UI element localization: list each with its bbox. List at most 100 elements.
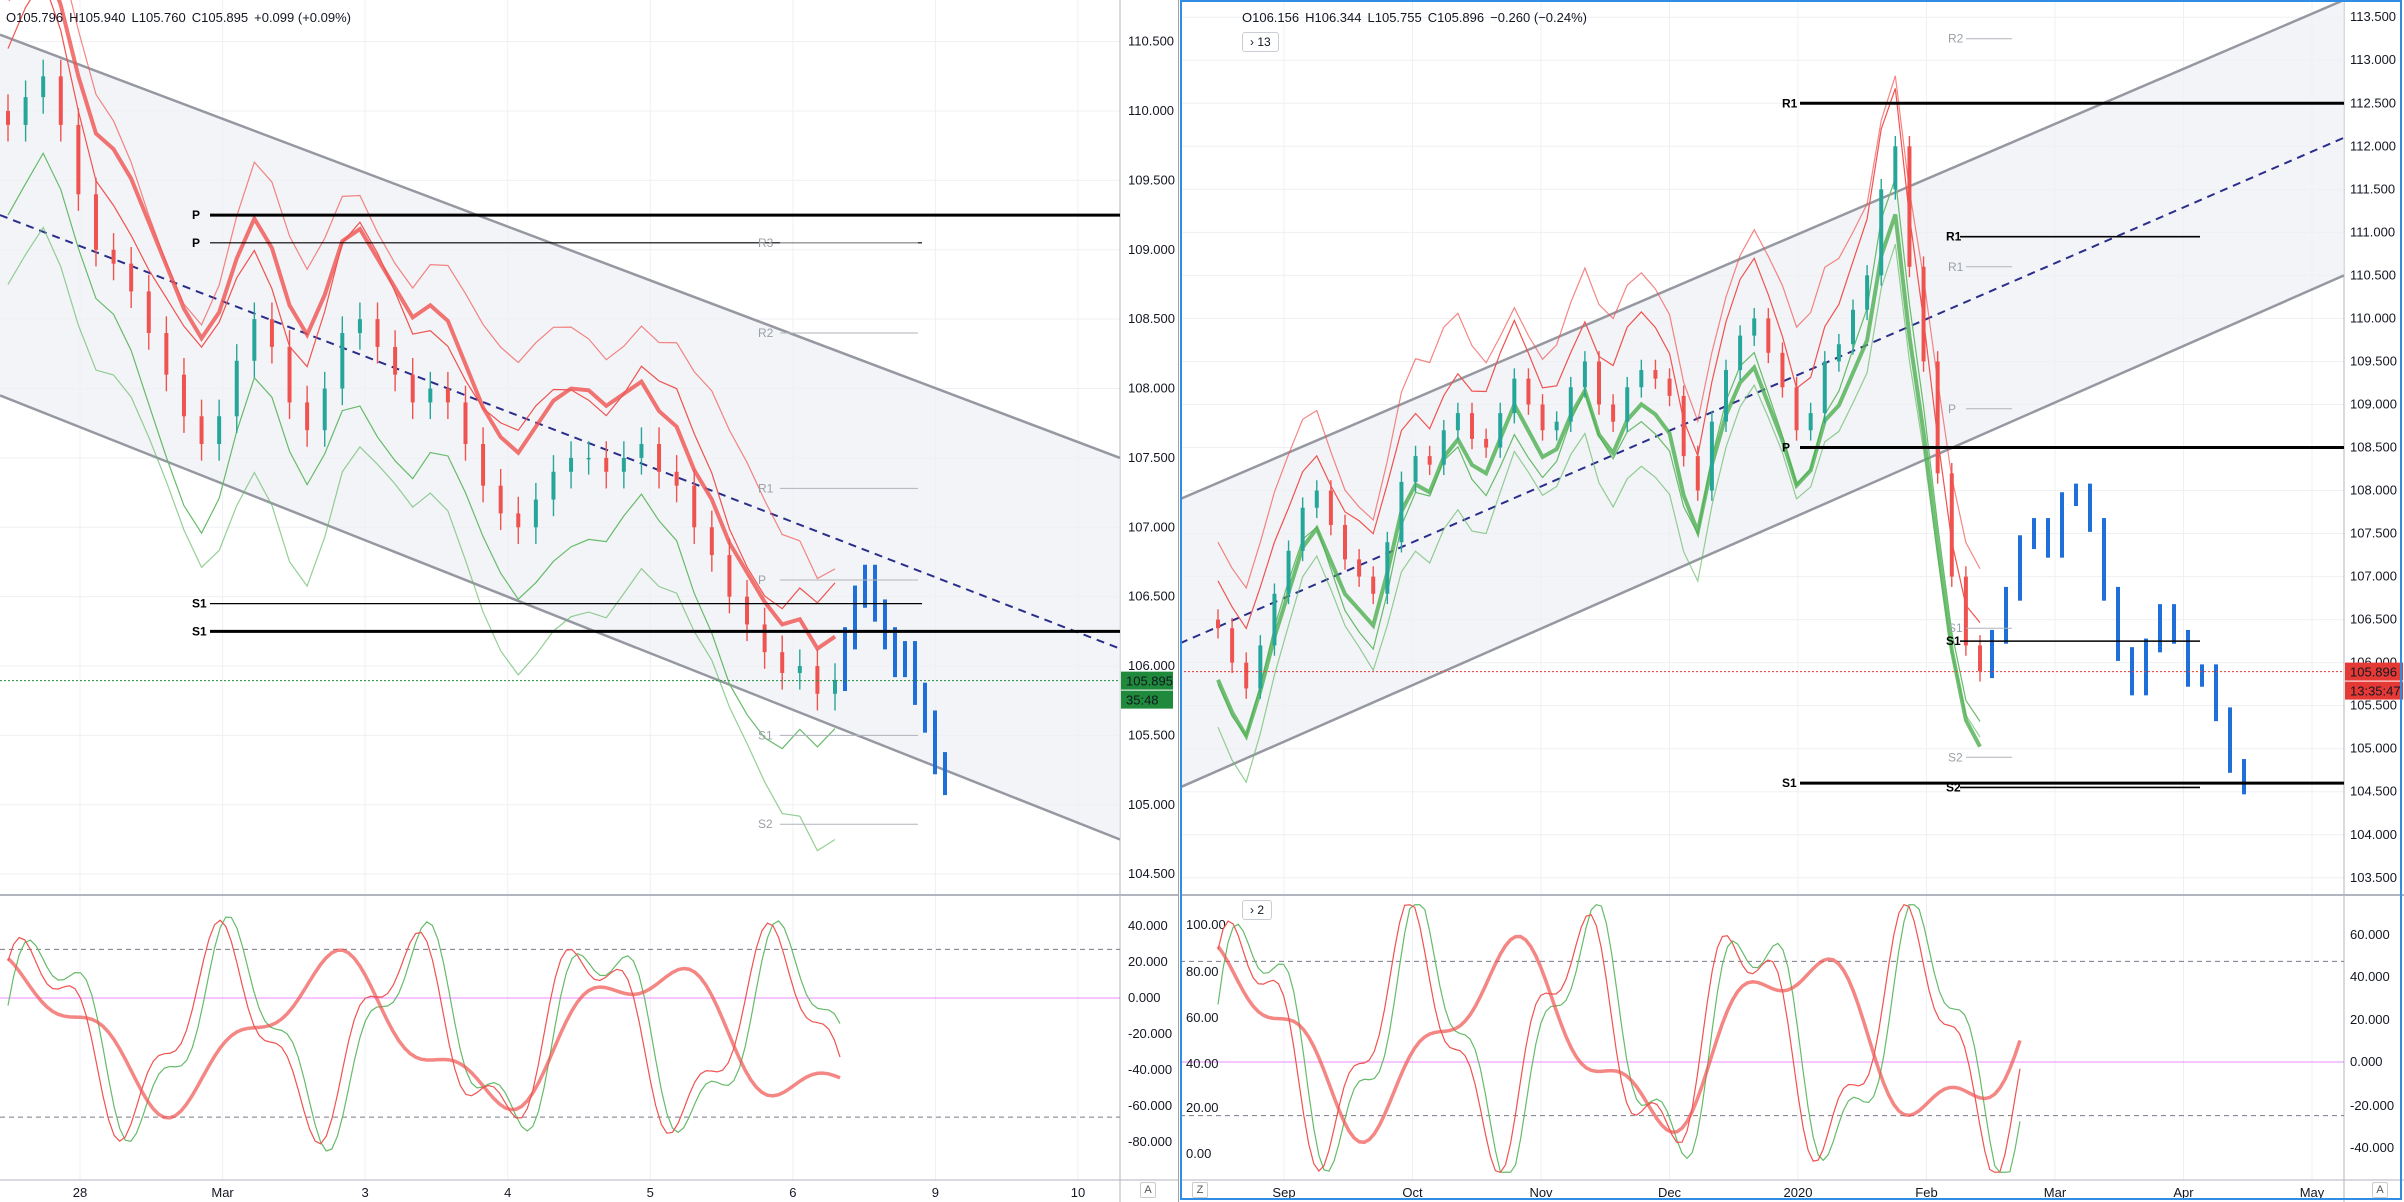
right-auto-scale-button[interactable]: A	[2372, 1182, 2388, 1198]
candle-body	[1921, 266, 1926, 362]
time-tick-label: 6	[789, 1185, 796, 1200]
time-tick-label: Apr	[2173, 1185, 2194, 1200]
right-chart-pane[interactable]: 113.500 113.000 112.500 112.000 111.500 111.0…	[1180, 0, 2404, 1202]
candle-body	[410, 374, 415, 403]
chevron-right-icon: ›	[1250, 35, 1254, 49]
candle-body	[481, 444, 486, 486]
oscillator-tick-label: 0.00	[1186, 1146, 1211, 1161]
candle-body	[1695, 456, 1700, 491]
pivot-level-faint-label: S1	[1948, 621, 1963, 635]
pivot-level-faint-label: R2	[1948, 32, 1964, 46]
price-tick-label: 109.500	[1128, 172, 1175, 187]
time-tick-label: Mar	[2044, 1185, 2067, 1200]
candle-body	[815, 666, 820, 694]
oscillator-tick-label: 20.00	[1186, 1100, 1219, 1115]
candle-body	[498, 485, 503, 514]
left-chart-canvas[interactable]: 110.500 110.000 109.500 109.000 108.500 108.0…	[0, 0, 1178, 1202]
price-tick-label: 108.500	[2350, 440, 2397, 455]
candle-body	[1865, 275, 1870, 310]
price-tick-label: 109.000	[2350, 396, 2397, 411]
candle-body	[1752, 318, 1757, 336]
candle-body	[287, 346, 292, 403]
candle-body	[322, 388, 327, 431]
price-tick-label: 104.500	[1128, 866, 1175, 881]
candle-body	[1794, 387, 1799, 431]
oscillator-tick-label: -20.000	[2350, 1098, 2394, 1113]
candle-body	[833, 679, 837, 694]
pivot-level-bold-label: R1	[1782, 96, 1798, 110]
price-indicators-toggle-button[interactable]: › 13	[1242, 32, 1279, 52]
candle-body	[6, 111, 10, 125]
oscillator-tick-label: -60.000	[1128, 1098, 1172, 1113]
countdown-value: 13:35:47	[2350, 684, 2401, 699]
candle-body	[445, 388, 450, 403]
oscillator-tick-label: 40.000	[2350, 969, 2390, 984]
time-tick-label: 9	[932, 1185, 939, 1200]
candle-body	[1385, 542, 1390, 594]
price-tick-label: 109.000	[1128, 242, 1175, 257]
candle-body	[1625, 387, 1630, 422]
candle-body	[76, 124, 81, 195]
left-chart-pane[interactable]: 110.500 110.000 109.500 109.000 108.500 108.0…	[0, 0, 1179, 1202]
price-tick-label: 110.000	[1128, 103, 1174, 118]
candle-body	[692, 485, 697, 528]
candle-body	[1766, 318, 1771, 353]
oscillator-tick-label: 20.000	[1128, 954, 1168, 969]
time-tick-label: Nov	[1529, 1185, 1553, 1200]
left-low: L105.760	[131, 10, 186, 25]
price-tick-label: 104.500	[2350, 784, 2397, 799]
candle-body	[709, 527, 714, 556]
price-tick-label: 110.000	[2350, 310, 2396, 325]
price-tick-label: 112.000	[2350, 138, 2396, 153]
forecast-bar	[2144, 638, 2148, 696]
left-auto-scale-button[interactable]: A	[1140, 1182, 1156, 1198]
forecast-bar	[2242, 759, 2246, 795]
candle-body	[727, 555, 732, 597]
price-indicators-count: 13	[1257, 35, 1271, 49]
right-zoom-button[interactable]: Z	[1192, 1182, 1208, 1198]
right-chart-canvas[interactable]: 113.500 113.000 112.500 112.000 111.500 111.0…	[1180, 0, 2404, 1202]
candle-body	[1568, 387, 1573, 422]
chevron-right-icon: ›	[1250, 903, 1254, 917]
candle-body	[621, 457, 626, 472]
oscillator-tick-label: -20.000	[1128, 1026, 1172, 1041]
pivot-level-faint-label: S2	[1948, 750, 1963, 764]
candle-body	[1258, 645, 1263, 689]
forecast-bar	[2158, 604, 2162, 653]
forecast-bar	[2032, 518, 2036, 550]
left-open: O105.796	[6, 10, 64, 25]
forecast-bar	[2214, 664, 2218, 722]
price-tick-label: 108.500	[1128, 311, 1175, 326]
candle-body	[1822, 361, 1827, 414]
candle-body	[1879, 189, 1884, 276]
candle-body	[1526, 378, 1531, 405]
oscillator-indicators-count: 2	[1257, 903, 1265, 917]
candle-body	[1540, 404, 1545, 431]
candle-body	[1949, 473, 1954, 577]
price-tick-label: 108.000	[1128, 381, 1175, 396]
candle-body	[340, 333, 345, 389]
price-tick-label: 110.500	[1128, 34, 1174, 49]
price-tick-label: 105.000	[1128, 797, 1175, 812]
current-price-value: 105.895	[1126, 674, 1173, 689]
price-tick-label: 112.500	[2350, 95, 2396, 110]
candle-body	[375, 319, 380, 347]
candle-body	[199, 416, 204, 445]
candle-body	[551, 471, 556, 500]
oscillator-slow-line	[6, 948, 841, 1120]
candle-body	[1244, 662, 1249, 689]
pivot-level-mid-label: S1	[1946, 634, 1961, 648]
forecast-bar	[2102, 518, 2106, 601]
forecast-bar	[2228, 707, 2232, 773]
left-close: C105.895	[191, 10, 249, 25]
candle-body	[181, 374, 186, 417]
price-tick-label: 104.000	[2350, 827, 2397, 842]
time-tick-label: Oct	[1402, 1185, 1423, 1200]
oscillator-indicators-toggle-button[interactable]: › 2	[1242, 900, 1273, 920]
pivot-level-faint-label: R1	[758, 481, 774, 495]
candle-body	[533, 499, 538, 528]
forecast-bar	[883, 599, 887, 650]
oscillator-tick-label: 20.000	[2350, 1012, 2390, 1027]
oscillator-tick-label: 40.000	[1128, 918, 1168, 933]
candle-body	[217, 416, 222, 445]
